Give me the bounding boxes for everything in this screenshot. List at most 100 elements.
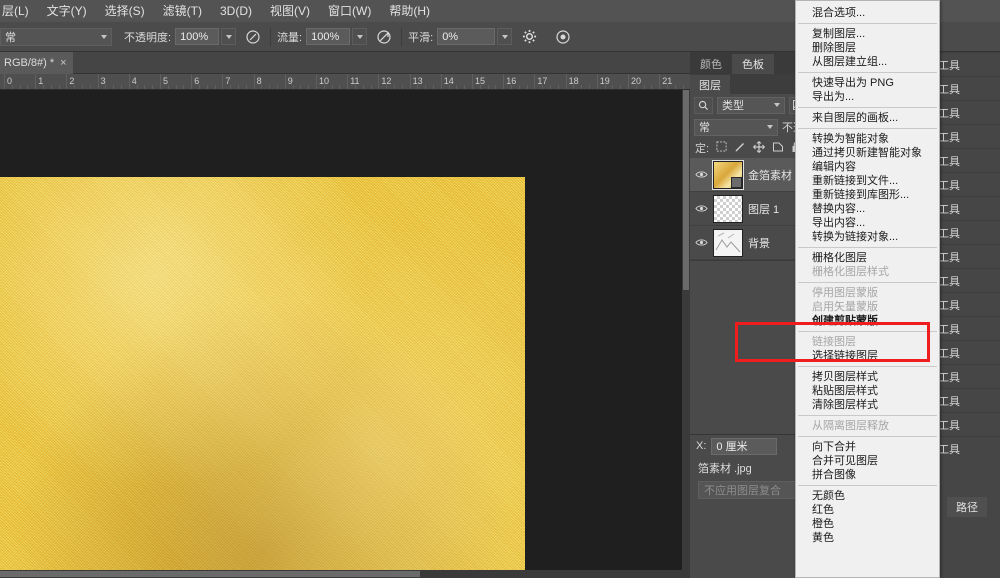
context-menu-item-0[interactable]: 混合选项... <box>796 6 939 20</box>
gear-icon[interactable] <box>518 26 540 48</box>
context-menu-item-36[interactable]: 向下合并 <box>796 440 939 454</box>
transparency-lock-icon[interactable] <box>716 141 727 155</box>
ruler-tick <box>191 74 193 89</box>
opacity-dropdown-arrow[interactable] <box>221 28 237 45</box>
tool-list-item-6[interactable]: 工具 <box>934 196 1000 220</box>
smoothing-dropdown-arrow[interactable] <box>497 28 513 45</box>
tool-list-item-14[interactable]: 工具 <box>934 388 1000 412</box>
context-menu-item-31[interactable]: 粘贴图层样式 <box>796 384 939 398</box>
airbrush-icon[interactable] <box>242 26 264 48</box>
tool-list-item-11[interactable]: 工具 <box>934 316 1000 340</box>
menu-item-1[interactable]: 文字(Y) <box>38 0 96 22</box>
tool-list-item-7[interactable]: 工具 <box>934 220 1000 244</box>
context-menu-item-15[interactable]: 重新链接到库图形... <box>796 188 939 202</box>
panel-tab-1[interactable]: 色板 <box>732 54 774 74</box>
smoothing-input[interactable]: 0% <box>437 28 496 45</box>
blend-mode-value: 常 <box>5 31 16 44</box>
artboard-gold-foil-image[interactable] <box>0 177 525 570</box>
layer-context-menu[interactable]: 混合选项... 复制图层... 删除图层 从图层建立组... 快速导出为 PNG 导出为.… <box>795 0 940 578</box>
close-icon[interactable]: × <box>60 57 66 69</box>
tool-list-item-9[interactable]: 工具 <box>934 268 1000 292</box>
context-menu-item-6[interactable]: 快速导出为 PNG <box>796 76 939 90</box>
context-menu-item-17[interactable]: 导出内容... <box>796 216 939 230</box>
artboard-lock-icon[interactable] <box>772 141 784 156</box>
menu-item-2[interactable]: 选择(S) <box>96 0 154 22</box>
layer-thumbnail[interactable] <box>713 194 743 223</box>
context-menu-item-14[interactable]: 重新链接到文件... <box>796 174 939 188</box>
context-menu-item-43[interactable]: 黄色 <box>796 531 939 545</box>
menu-item-0[interactable]: 层(L) <box>0 0 38 22</box>
divider <box>401 27 403 46</box>
context-menu-item-37[interactable]: 合并可见图层 <box>796 454 939 468</box>
eye-icon[interactable] <box>694 236 708 250</box>
context-menu-item-41[interactable]: 红色 <box>796 503 939 517</box>
panel-tab-0[interactable]: 颜色 <box>690 54 732 74</box>
filter-kind-value: 类型 <box>722 100 744 112</box>
context-menu-item-25[interactable]: 创建剪贴蒙版 <box>796 314 939 328</box>
context-menu-item-7[interactable]: 导出为... <box>796 90 939 104</box>
context-menu-item-30[interactable]: 拷贝图层样式 <box>796 370 939 384</box>
context-menu-item-42[interactable]: 橙色 <box>796 517 939 531</box>
context-menu-item-20[interactable]: 栅格化图层 <box>796 251 939 265</box>
ruler-tick <box>659 74 661 89</box>
tool-list-item-0[interactable]: 工具 <box>934 52 1000 76</box>
canvas-vertical-scrollbar[interactable] <box>682 90 690 578</box>
photoshop-window: 层(L) 文字(Y) 选择(S) 滤镜(T) 3D(D) 视图(V) 窗口(W) 帮助(H) … <box>0 0 1000 578</box>
tool-list-item-10[interactable]: 工具 <box>934 292 1000 316</box>
flow-pressure-icon[interactable] <box>373 26 395 48</box>
context-menu-item-34: 从隔离图层释放 <box>812 420 889 432</box>
context-menu-item-13[interactable]: 编辑内容 <box>796 160 939 174</box>
context-menu-item-11[interactable]: 转换为智能对象 <box>796 132 939 146</box>
tool-list-item-16[interactable]: 工具 <box>934 436 1000 460</box>
tool-list-item-4[interactable]: 工具 <box>934 148 1000 172</box>
flow-value: 100% <box>311 30 340 43</box>
tab-paths[interactable]: 路径 <box>947 497 987 517</box>
ruler-tick <box>222 74 224 89</box>
tool-list-item-2[interactable]: 工具 <box>934 100 1000 124</box>
context-menu-item-28[interactable]: 选择链接图层 <box>796 349 939 363</box>
move-lock-icon[interactable] <box>753 140 765 156</box>
menu-item-4[interactable]: 3D(D) <box>211 0 261 22</box>
menu-item-5[interactable]: 视图(V) <box>261 0 319 22</box>
opacity-input[interactable]: 100% <box>175 28 220 45</box>
eye-icon[interactable] <box>694 202 708 216</box>
tool-list-item-1[interactable]: 工具 <box>934 76 1000 100</box>
context-menu-item-18[interactable]: 转换为链接对象... <box>796 230 939 244</box>
pressure-size-icon[interactable] <box>552 26 574 48</box>
menu-item-6[interactable]: 窗口(W) <box>319 0 380 22</box>
filter-kind-select[interactable]: 类型 <box>717 96 785 114</box>
layer-thumbnail[interactable] <box>712 159 744 190</box>
context-menu-item-40[interactable]: 无颜色 <box>796 489 939 503</box>
flow-input[interactable]: 100% <box>306 28 351 45</box>
layer-name: 背景 <box>748 237 770 250</box>
tool-list-item-13[interactable]: 工具 <box>934 364 1000 388</box>
layer-thumbnail[interactable] <box>713 228 743 257</box>
blend-mode-select[interactable]: 常 <box>0 27 112 46</box>
context-menu-item-32[interactable]: 清除图层样式 <box>796 398 939 412</box>
tool-list-item-15[interactable]: 工具 <box>934 412 1000 436</box>
brush-lock-icon[interactable] <box>734 141 746 156</box>
context-menu-item-12[interactable]: 通过拷贝新建智能对象 <box>796 146 939 160</box>
x-input[interactable]: 0 厘米 <box>711 437 778 455</box>
menu-item-7[interactable]: 帮助(H) <box>380 0 439 22</box>
tool-list-item-3[interactable]: 工具 <box>934 124 1000 148</box>
flow-dropdown-arrow[interactable] <box>352 28 368 45</box>
context-menu-item-38[interactable]: 拼合图像 <box>796 468 939 482</box>
tab-layers[interactable]: 图层 <box>690 75 730 94</box>
tool-list-item-8[interactable]: 工具 <box>934 244 1000 268</box>
menu-item-3[interactable]: 滤镜(T) <box>154 0 211 22</box>
tool-list-item-12[interactable]: 工具 <box>934 340 1000 364</box>
layer-blend-mode-select[interactable]: 常 <box>694 118 778 136</box>
document-tab[interactable]: RGB/8#) * × <box>0 52 73 74</box>
tool-list-item-5[interactable]: 工具 <box>934 172 1000 196</box>
context-menu-item-3[interactable]: 删除图层 <box>796 41 939 55</box>
search-icon[interactable] <box>694 96 713 114</box>
context-menu-item-4[interactable]: 从图层建立组... <box>796 55 939 69</box>
context-menu-item-9[interactable]: 来自图层的画板... <box>796 111 939 125</box>
context-menu-item-2[interactable]: 复制图层... <box>796 27 939 41</box>
context-menu-separator <box>798 247 937 248</box>
context-menu-item-16[interactable]: 替换内容... <box>796 202 939 216</box>
canvas-horizontal-scrollbar[interactable] <box>0 570 690 578</box>
eye-icon[interactable] <box>694 168 708 182</box>
canvas-area[interactable] <box>0 90 690 578</box>
